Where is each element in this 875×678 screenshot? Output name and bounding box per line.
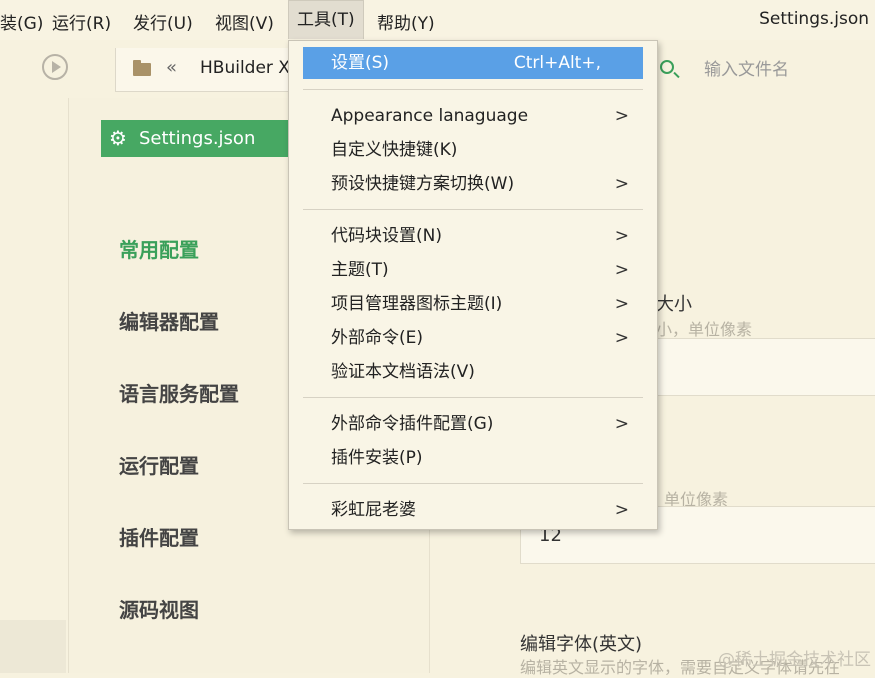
menu-item-validate-syntax[interactable]: 验证本文档语法(V)	[303, 355, 643, 389]
menu-item-label: 代码块设置(N)	[331, 226, 442, 246]
window-title: Settings.json	[759, 9, 869, 29]
menu-run[interactable]: 运行(R)	[52, 9, 111, 34]
nav-source-view[interactable]: 源码视图	[119, 594, 199, 623]
watermark: @稀土掘金技术社区	[718, 650, 871, 670]
menu-item-appearance-language[interactable]: Appearance lanaguage >	[303, 99, 643, 133]
menu-item-label: 验证本文档语法(V)	[331, 362, 475, 382]
nav-language-service-config[interactable]: 语言服务配置	[119, 378, 239, 407]
chevron-left-icon[interactable]: «	[166, 57, 177, 78]
menu-item-label: 插件安装(P)	[331, 448, 423, 468]
left-strip	[0, 620, 66, 673]
menu-publish[interactable]: 发行(U)	[133, 9, 193, 34]
setting-desc-font-size: 小，单位像素	[656, 320, 753, 339]
menu-item-label: 彩虹屁老婆	[331, 500, 416, 520]
tab-label: Settings.json	[139, 128, 256, 149]
menu-item-rainbow[interactable]: 彩虹屁老婆 >	[303, 493, 643, 527]
submenu-arrow-icon: >	[614, 500, 629, 520]
menu-item-settings[interactable]: 设置(S) Ctrl+Alt+,	[303, 47, 643, 79]
folder-icon	[133, 60, 151, 76]
menu-item-custom-shortcuts[interactable]: 自定义快捷键(K)	[303, 133, 643, 167]
menu-item-label: 项目管理器图标主题(I)	[331, 294, 503, 314]
menubar: 装(G) 运行(R) 发行(U) 视图(V) 工具(T) 帮助(Y) Setti…	[0, 0, 875, 40]
menu-view[interactable]: 视图(V)	[215, 9, 274, 34]
nav-common-config[interactable]: 常用配置	[119, 234, 199, 263]
setting-label-editor-font: 编辑字体(英文)	[520, 634, 643, 655]
menu-separator	[303, 89, 643, 90]
menu-item-preset-shortcuts[interactable]: 预设快捷键方案切换(W) >	[303, 167, 643, 201]
tab-settings[interactable]: ⚙ Settings.json	[101, 120, 291, 157]
breadcrumb: « HBuilder X	[115, 48, 295, 92]
menu-item-snippet-settings[interactable]: 代码块设置(N) >	[303, 219, 643, 253]
menu-item-label: 外部命令(E)	[331, 328, 424, 348]
setting-label-font-size: 大小	[656, 294, 692, 315]
breadcrumb-item[interactable]: HBuilder X	[200, 58, 290, 78]
menu-item-label: 外部命令插件配置(G)	[331, 414, 494, 434]
menu-install[interactable]: 装(G)	[0, 9, 43, 34]
menu-help[interactable]: 帮助(Y)	[377, 9, 435, 34]
gear-icon: ⚙	[109, 126, 127, 150]
menu-item-label: 自定义快捷键(K)	[331, 140, 458, 160]
menu-separator	[303, 397, 643, 398]
menu-item-label: 预设快捷键方案切换(W)	[331, 174, 515, 194]
submenu-arrow-icon: >	[614, 174, 629, 194]
menu-item-label: 主题(T)	[331, 260, 389, 280]
nav-editor-config[interactable]: 编辑器配置	[119, 306, 219, 335]
run-icon[interactable]	[42, 54, 68, 80]
menu-item-project-icon-theme[interactable]: 项目管理器图标主题(I) >	[303, 287, 643, 321]
nav-plugin-config[interactable]: 插件配置	[119, 522, 199, 551]
menu-item-label: 设置(S)	[331, 53, 390, 73]
submenu-arrow-icon: >	[614, 294, 629, 314]
menu-item-external-commands[interactable]: 外部命令(E) >	[303, 321, 643, 355]
menu-item-label: Appearance lanaguage	[331, 106, 529, 126]
menu-tools[interactable]: 工具(T)	[288, 0, 364, 39]
submenu-arrow-icon: >	[614, 328, 629, 348]
submenu-arrow-icon: >	[614, 106, 629, 126]
search-input[interactable]	[702, 54, 875, 86]
tools-dropdown-menu: 设置(S) Ctrl+Alt+, Appearance lanaguage > …	[288, 40, 658, 530]
submenu-arrow-icon: >	[614, 260, 629, 280]
submenu-arrow-icon: >	[614, 226, 629, 246]
submenu-arrow-icon: >	[614, 414, 629, 434]
menu-item-external-command-plugin-config[interactable]: 外部命令插件配置(G) >	[303, 407, 643, 441]
menu-separator	[303, 483, 643, 484]
shortcut-label: Ctrl+Alt+,	[513, 53, 601, 73]
menu-item-theme[interactable]: 主题(T) >	[303, 253, 643, 287]
menu-separator	[303, 209, 643, 210]
nav-run-config[interactable]: 运行配置	[119, 450, 199, 479]
search-icon[interactable]	[660, 60, 674, 74]
menu-item-install-plugin[interactable]: 插件安装(P)	[303, 441, 643, 475]
